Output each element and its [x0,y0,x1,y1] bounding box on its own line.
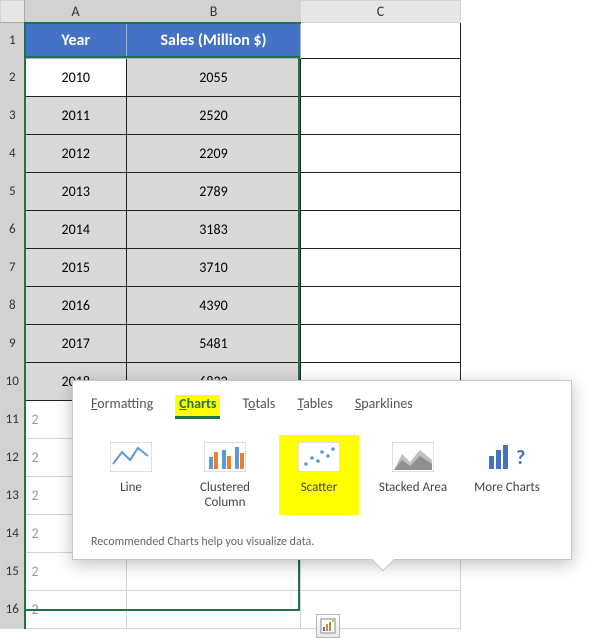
row-header[interactable]: 1 [1,23,25,59]
cell-C6[interactable] [301,211,461,249]
chart-option-label: Clustered Column [185,481,265,511]
quick-analysis-icon [319,617,337,635]
row-header[interactable]: 14 [1,515,25,553]
column-header-B[interactable]: B [127,1,301,23]
tab-formatting[interactable]: Formatting [91,395,153,419]
cell-A16[interactable]: 2 [25,591,127,629]
tab-totals[interactable]: Totals [242,395,275,419]
chart-option-label: Line [120,481,142,511]
cell-C7[interactable] [301,249,461,287]
chart-option-scatter[interactable]: Scatter [279,435,359,515]
tab-charts[interactable]: Charts [175,395,220,419]
cell-B5[interactable]: 2789 [127,173,301,211]
row-header[interactable]: 8 [1,287,25,325]
quick-analysis-popup: Formatting Charts Totals Tables Sparklin… [72,380,572,560]
cell-A7[interactable]: 2015 [25,249,127,287]
row-header[interactable]: 9 [1,325,25,363]
line-chart-icon [109,439,153,475]
cell-B6[interactable]: 3183 [127,211,301,249]
cell-C9[interactable] [301,325,461,363]
cell-A8[interactable]: 2016 [25,287,127,325]
cell-B1[interactable]: Sales (Million $) [127,23,301,59]
select-all-corner[interactable] [1,1,25,23]
svg-text:?: ? [516,446,525,470]
chart-option-label: Scatter [301,481,338,511]
cell-C8[interactable] [301,287,461,325]
row-header[interactable]: 11 [1,401,25,439]
tab-tables[interactable]: Tables [297,395,332,419]
popup-help-text: Recommended Charts help you visualize da… [91,529,553,549]
stacked-area-icon [391,439,435,475]
cell-C2[interactable] [301,59,461,97]
chart-option-stacked-area[interactable]: Stacked Area [373,435,453,515]
chart-option-label: Stacked Area [379,481,447,511]
column-header-A[interactable]: A [25,1,127,23]
cell-B3[interactable]: 2520 [127,97,301,135]
cell-A5[interactable]: 2013 [25,173,127,211]
row-header[interactable]: 12 [1,439,25,477]
row-header[interactable]: 2 [1,59,25,97]
cell-B9[interactable]: 5481 [127,325,301,363]
row-header[interactable]: 7 [1,249,25,287]
quick-analysis-button[interactable] [316,614,340,638]
chart-options: Line Clustered Column Scatter Stacked Ar… [91,435,553,515]
chart-option-label: More Charts [474,481,540,511]
more-charts-icon: ? [485,439,529,475]
column-header-C[interactable]: C [301,1,461,23]
clustered-column-icon [203,439,247,475]
cell-A3[interactable]: 2011 [25,97,127,135]
cell-A1[interactable]: Year [25,23,127,59]
row-header[interactable]: 3 [1,97,25,135]
row-header[interactable]: 10 [1,363,25,401]
row-header[interactable]: 13 [1,477,25,515]
cell-A9[interactable]: 2017 [25,325,127,363]
cell-B2[interactable]: 2055 [127,59,301,97]
row-header[interactable]: 16 [1,591,25,629]
row-header[interactable]: 4 [1,135,25,173]
row-header[interactable]: 15 [1,553,25,591]
cell-C5[interactable] [301,173,461,211]
chart-option-more-charts[interactable]: ? More Charts [467,435,547,515]
scatter-chart-icon [297,439,341,475]
cell-B4[interactable]: 2209 [127,135,301,173]
row-header[interactable]: 6 [1,211,25,249]
popup-tabs: Formatting Charts Totals Tables Sparklin… [91,395,553,419]
cell-C1[interactable]: Sales Forecast [301,23,461,59]
chart-option-line[interactable]: Line [91,435,171,515]
cell-A2[interactable]: 2010 [25,59,127,97]
cell-C4[interactable] [301,135,461,173]
cell-B8[interactable]: 4390 [127,287,301,325]
cell-B7[interactable]: 3710 [127,249,301,287]
chart-option-clustered-column[interactable]: Clustered Column [185,435,265,515]
cell-B16[interactable] [127,591,301,629]
tab-sparklines[interactable]: Sparklines [355,395,413,419]
cell-A4[interactable]: 2012 [25,135,127,173]
row-header[interactable]: 5 [1,173,25,211]
cell-C3[interactable] [301,97,461,135]
cell-A6[interactable]: 2014 [25,211,127,249]
